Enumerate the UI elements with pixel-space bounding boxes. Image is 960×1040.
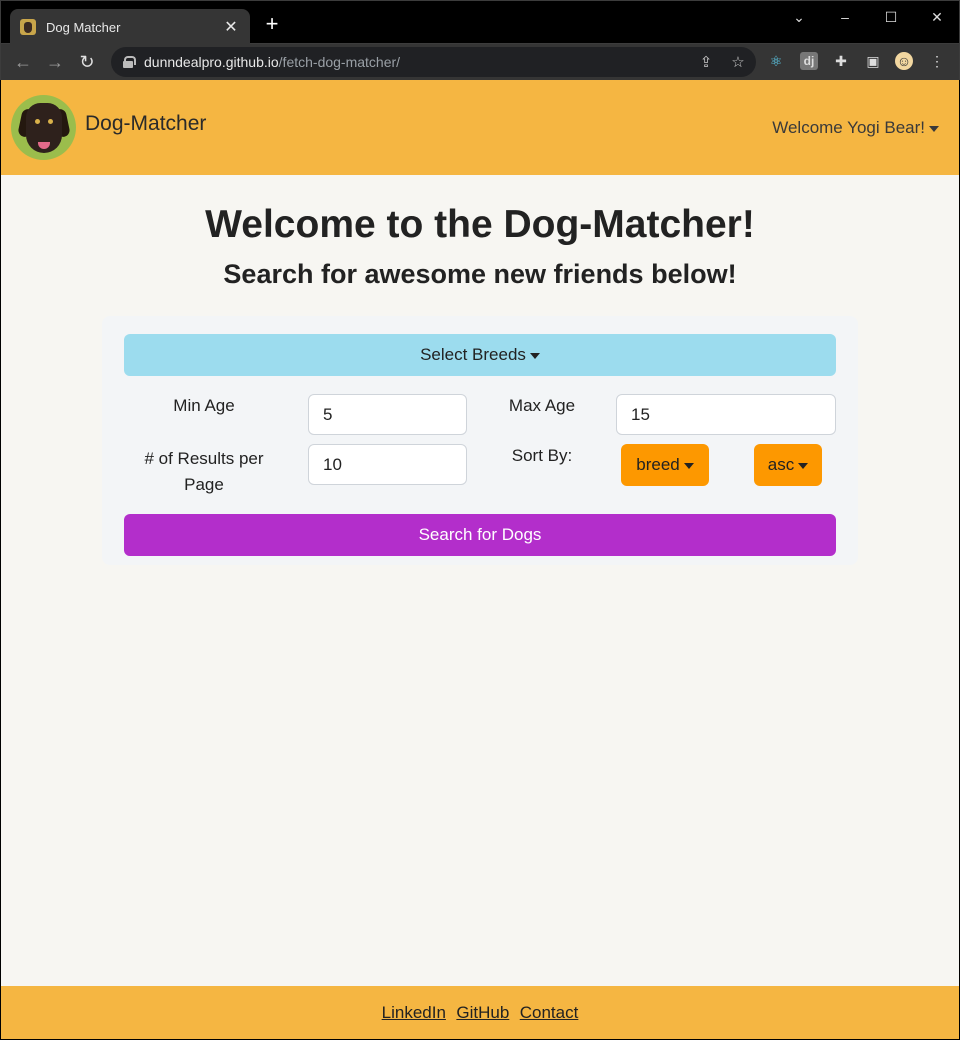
sort-field-value: breed [636,455,680,474]
search-panel: Select Breeds Min Age 5 Max Age 15 # of … [102,316,858,565]
search-dogs-button[interactable]: Search for Dogs [124,514,836,556]
caret-down-icon [683,462,694,469]
caret-down-icon [798,462,809,469]
new-tab-icon[interactable]: + [261,13,283,35]
page-title: Welcome to the Dog-Matcher! [205,203,755,246]
contact-link[interactable]: Contact [520,1003,579,1022]
profile-avatar-icon[interactable]: ☺ [895,52,913,70]
select-breeds-label: Select Breeds [420,345,526,364]
dog-logo-icon[interactable] [11,95,76,160]
tab-search-icon[interactable]: ⌄ [789,9,809,26]
linkedin-link[interactable]: LinkedIn [382,1003,446,1022]
brand-name[interactable]: Dog-Matcher [85,112,206,136]
sort-by-label: Sort By: [511,446,573,465]
results-per-page-label: # of Results per Page [144,449,264,494]
min-age-label: Min Age [173,396,235,415]
github-link[interactable]: GitHub [456,1003,509,1022]
caret-down-icon [929,125,939,132]
browser-menu-icon[interactable]: ⋮ [928,52,946,70]
browser-tabstrip: Dog Matcher ✕ + ⌄ – ☐ ✕ [0,0,960,45]
reload-icon[interactable]: ↻ [75,50,99,74]
maximize-icon[interactable]: ☐ [881,9,901,26]
react-devtools-icon[interactable]: ⚛ [767,52,785,70]
close-window-icon[interactable]: ✕ [927,9,947,26]
url-path: /fetch-dog-matcher/ [278,54,401,70]
caret-down-icon [529,352,540,359]
footer: LinkedIn GitHub Contact [1,986,959,1039]
back-icon[interactable]: ← [11,50,35,74]
dog-favicon-icon [20,19,36,35]
navbar: Dog-Matcher Welcome Yogi Bear! [1,80,959,175]
user-menu-label: Welcome Yogi Bear! [772,118,925,137]
url-host: dunndealpro.github.io [144,54,279,70]
browser-tab[interactable]: Dog Matcher ✕ [10,9,250,45]
forward-icon[interactable]: → [43,50,67,74]
page: Dog-Matcher Welcome Yogi Bear! Welcome t… [1,80,959,1039]
user-menu-dropdown[interactable]: Welcome Yogi Bear! [772,118,939,138]
max-age-label: Max Age [508,396,576,415]
extensions-puzzle-icon[interactable]: ✚ [832,52,850,70]
lock-icon [123,56,136,68]
close-tab-icon[interactable]: ✕ [222,17,240,37]
django-extension-icon[interactable]: dj [800,52,818,70]
sort-order-dropdown[interactable]: asc [754,444,822,486]
bookmark-star-icon[interactable]: ☆ [729,53,747,71]
share-icon[interactable]: ⇪ [697,53,715,71]
max-age-input[interactable]: 15 [616,394,836,435]
select-breeds-button[interactable]: Select Breeds [124,334,836,376]
results-per-page-input[interactable]: 10 [308,444,467,485]
sort-order-value: asc [767,455,795,474]
min-age-input[interactable]: 5 [308,394,467,435]
sort-field-dropdown[interactable]: breed [621,444,709,486]
address-bar[interactable]: dunndealpro.github.io /fetch-dog-matcher… [111,47,756,77]
minimize-icon[interactable]: – [835,9,855,25]
page-subtitle: Search for awesome new friends below! [223,259,737,289]
side-panel-icon[interactable]: ▣ [864,52,882,70]
tab-title: Dog Matcher [46,19,121,35]
